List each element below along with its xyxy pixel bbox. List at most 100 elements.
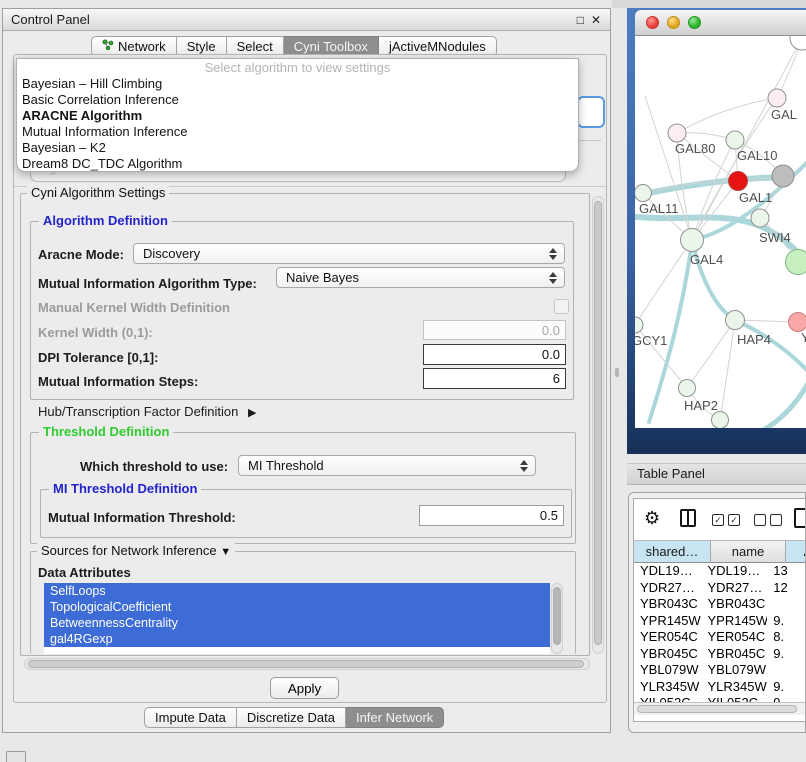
tab-discretize-data[interactable]: Discretize Data — [237, 707, 346, 728]
algorithm-option-bayesian-hill-climbing[interactable]: Bayesian – Hill Climbing — [17, 76, 578, 92]
settings-group-title: Cyni Algorithm Settings — [27, 185, 169, 201]
table-row[interactable]: YLR345WYLR345W9. — [634, 679, 806, 696]
attribute-item-gal4rgexp[interactable]: gal4RGexp — [44, 631, 550, 647]
algorithm-option-dream8-dc-tdc-algorithm[interactable]: Dream8 DC_TDC Algorithm — [17, 156, 578, 172]
close-traffic-light-icon[interactable] — [646, 16, 659, 29]
chevron-right-icon: ▶ — [248, 406, 256, 419]
mi-threshold-field[interactable]: 0.5 — [419, 505, 564, 526]
table-cell: YBR043C — [701, 596, 767, 613]
table-cell: YPR145W — [701, 613, 767, 630]
settings-scrollbar[interactable] — [592, 196, 604, 654]
zoom-traffic-light-icon[interactable] — [688, 16, 701, 29]
node-label-y: Y — [801, 330, 806, 345]
node-gal4[interactable] — [681, 229, 704, 252]
checkbox-unchecked-pair-icon[interactable] — [754, 511, 786, 526]
algorithm-option-aracne-algorithm[interactable]: ARACNE Algorithm — [17, 108, 578, 124]
table-row[interactable]: YPR145WYPR145W9. — [634, 613, 806, 630]
table-cell: YBL079W — [701, 662, 767, 679]
table-row[interactable]: YBL079WYBL079W — [634, 662, 806, 679]
which-threshold-combo[interactable]: MI Threshold — [238, 455, 536, 476]
data-attributes-list: SelfLoopsTopologicalCoefficientBetweenne… — [44, 583, 550, 654]
node-gal80[interactable] — [668, 124, 686, 142]
node-label-gal80: GAL80 — [675, 141, 715, 156]
table-horizontal-scrollbar[interactable] — [634, 702, 805, 715]
column-header-name[interactable]: name — [711, 540, 786, 563]
node-label-gal4: GAL4 — [690, 252, 723, 267]
threshold-definition-title: Threshold Definition — [39, 424, 173, 440]
node-gal[interactable] — [768, 89, 786, 107]
mi-steps-field[interactable]: 6 — [423, 368, 566, 389]
aracne-mode-value: Discovery — [143, 246, 200, 261]
groupbox-fragment — [579, 140, 601, 141]
tab-label: Discretize Data — [247, 708, 335, 727]
tab-impute-data[interactable]: Impute Data — [144, 707, 237, 728]
settings-horizontal-scrollbar[interactable] — [24, 658, 590, 670]
node-y[interactable] — [789, 313, 806, 332]
manual-kernel-width-checkbox[interactable] — [554, 299, 569, 314]
gear-icon[interactable]: ⚙ — [644, 507, 660, 529]
table-row[interactable]: YDR27…YDR27…12 — [634, 580, 806, 597]
table-row[interactable]: YER054CYER054C8. — [634, 629, 806, 646]
node-gal10[interactable] — [726, 131, 744, 149]
node[interactable] — [712, 412, 729, 429]
mi-algorithm-type-combo[interactable]: Naive Bayes — [276, 267, 565, 288]
aracne-mode-combo[interactable]: Discovery — [133, 243, 565, 264]
node-hap4[interactable] — [726, 311, 745, 330]
dpi-tolerance-field[interactable]: 0.0 — [423, 344, 566, 365]
float-window-icon[interactable]: □ — [577, 9, 584, 31]
table-header-row: shared…nameA — [634, 540, 806, 563]
node-label-hap4: HAP4 — [737, 332, 771, 347]
close-window-icon[interactable]: ✕ — [591, 9, 601, 31]
attribute-item-topologicalcoefficient[interactable]: TopologicalCoefficient — [44, 599, 550, 615]
aracne-mode-label: Aracne Mode: — [38, 247, 124, 262]
node[interactable] — [790, 36, 806, 50]
node-gal11[interactable] — [635, 185, 652, 202]
attribute-item-selfloops[interactable]: SelfLoops — [44, 583, 550, 599]
node-label-gal1: GAL1 — [739, 190, 772, 205]
algorithm-option-basic-correlation-inference[interactable]: Basic Correlation Inference — [17, 92, 578, 108]
kernel-width-label: Kernel Width (0,1): — [38, 325, 153, 340]
columns-icon[interactable] — [680, 507, 696, 527]
minimize-traffic-light-icon[interactable] — [667, 16, 680, 29]
kernel-width-field[interactable]: 0.0 — [423, 320, 566, 340]
hub-section-toggle[interactable]: Hub/Transcription Factor Definition ▶ — [38, 404, 256, 419]
checkbox-checked-pair-icon[interactable]: ✓✓ — [712, 511, 744, 526]
table-row[interactable]: YBR045CYBR045C9. — [634, 646, 806, 663]
table-panel-title: Table Panel — [637, 466, 705, 481]
table-cell: YLR345W — [634, 679, 701, 696]
table-cell: YIL052C — [701, 695, 767, 702]
table-cell: YBR045C — [701, 646, 767, 663]
combo-spinner-icon — [549, 248, 557, 260]
column-header-shared[interactable]: shared… — [634, 540, 711, 563]
sources-group-title[interactable]: Sources for Network Inference ▼ — [37, 543, 235, 560]
node[interactable] — [772, 165, 794, 187]
node-gcy1[interactable] — [635, 317, 643, 333]
attribute-list-scrollbar[interactable] — [551, 583, 563, 654]
column-header-a[interactable]: A — [786, 540, 806, 563]
node-gal1[interactable] — [729, 172, 748, 191]
algorithm-option-bayesian-k2[interactable]: Bayesian – K2 — [17, 140, 578, 156]
minimized-panel-button[interactable] — [6, 751, 26, 762]
algorithm-option-mutual-information-inference[interactable]: Mutual Information Inference — [17, 124, 578, 140]
node-hap2[interactable] — [679, 380, 696, 397]
mi-threshold-label: Mutual Information Threshold: — [48, 510, 236, 525]
table-row[interactable]: YIL052CYIL052C9 — [634, 695, 806, 702]
apply-button[interactable]: Apply — [270, 677, 339, 699]
tab-infer-network[interactable]: Infer Network — [346, 707, 444, 728]
document-icon[interactable] — [794, 507, 806, 528]
network-canvas[interactable]: GALGAL80GAL10GAL1GAL11SWI4GAL4GCY1HAP4YH… — [635, 36, 806, 428]
node-label-gal11: GAL11 — [639, 201, 679, 216]
network-edges-teal — [635, 148, 806, 428]
table-row[interactable]: YDL19…YDL19…13 — [634, 563, 806, 580]
attribute-item-betweennesscentrality[interactable]: BetweennessCentrality — [44, 615, 550, 631]
node-label-swi4: SWI4 — [759, 230, 791, 245]
panel-splitter-handle[interactable] — [615, 368, 619, 377]
hub-section-label: Hub/Transcription Factor Definition — [38, 404, 238, 419]
combo-spinner-icon — [520, 460, 528, 472]
node[interactable] — [786, 250, 806, 275]
algorithm-dropdown-placeholder: Select algorithm to view settings — [17, 59, 578, 76]
table-row[interactable]: YBR043CYBR043C — [634, 596, 806, 613]
node-swi4[interactable] — [751, 209, 769, 227]
combo-spinner-icon — [549, 272, 557, 284]
node-table: ⚙ ✓✓ shared…nameA YDL19…YDL19…13YDR27…YDR… — [633, 498, 806, 722]
